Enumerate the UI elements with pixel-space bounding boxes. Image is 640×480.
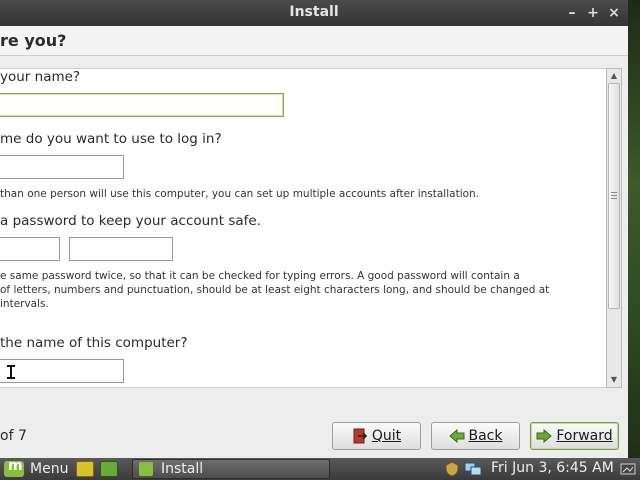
grip-icon xyxy=(611,192,617,199)
page-header: re you? xyxy=(0,26,628,56)
quit-icon xyxy=(352,428,368,444)
password-question: a password to keep your account safe. xyxy=(0,213,261,229)
computer-name-question: the name of this computer? xyxy=(0,335,188,351)
show-desktop-icon[interactable] xyxy=(620,461,636,477)
taskbar: Menu Install Fri Jun 3, 6:45 AM xyxy=(0,458,640,480)
scroll-up-icon[interactable]: ▲ xyxy=(608,70,620,82)
page-title: re you? xyxy=(0,31,67,50)
window-title: Install xyxy=(289,4,339,20)
login-hint: than one person will use this computer, … xyxy=(0,188,480,200)
text-cursor-icon xyxy=(7,365,15,379)
maximize-icon[interactable]: + xyxy=(585,4,601,22)
scrollbar-thumb[interactable] xyxy=(608,83,620,309)
text-editor-launcher-icon[interactable] xyxy=(76,461,94,477)
installer-window: Install – + × re you? your name? me do y… xyxy=(0,0,628,458)
form-scrollbar[interactable]: ▲ ▼ xyxy=(606,68,622,388)
scroll-down-icon[interactable]: ▼ xyxy=(608,374,620,386)
forward-button[interactable]: Forward xyxy=(530,422,619,450)
menu-label: Menu xyxy=(30,461,69,477)
desktop-background xyxy=(628,0,640,458)
install-app-icon xyxy=(139,462,153,476)
network-icon[interactable] xyxy=(464,461,482,477)
taskbar-item-install[interactable]: Install xyxy=(132,459,330,479)
computer-name-field[interactable] xyxy=(0,359,124,383)
terminal-launcher-icon[interactable] xyxy=(100,461,118,477)
password-field[interactable] xyxy=(0,237,60,261)
step-indicator: of 7 xyxy=(0,428,27,444)
mint-logo-icon xyxy=(4,458,24,477)
name-question: your name? xyxy=(0,69,81,85)
forward-label: Forward xyxy=(556,428,613,444)
quit-label: Quit xyxy=(371,428,402,444)
password-hint-line-1: e same password twice, so that it can be… xyxy=(0,270,520,282)
menu-button[interactable]: Menu xyxy=(4,458,69,478)
password-hint-line-3: intervals. xyxy=(0,298,49,310)
password-confirm-field[interactable] xyxy=(69,237,173,261)
password-hint-line-2: of letters, numbers and punctuation, sho… xyxy=(0,284,550,296)
back-label: Back xyxy=(468,428,503,444)
quit-button[interactable]: Quit xyxy=(332,422,421,450)
arrow-right-icon xyxy=(536,428,553,444)
window-titlebar[interactable]: Install – + × xyxy=(0,0,628,26)
form-scroll-area: your name? me do you want to use to log … xyxy=(0,68,606,388)
taskbar-item-label: Install xyxy=(161,461,204,477)
arrow-left-icon xyxy=(448,428,465,444)
minimize-icon[interactable]: – xyxy=(564,4,580,22)
clock[interactable]: Fri Jun 3, 6:45 AM xyxy=(491,460,614,476)
username-field[interactable] xyxy=(0,155,124,179)
close-icon[interactable]: × xyxy=(606,4,622,22)
login-question: me do you want to use to log in? xyxy=(0,131,222,147)
name-field[interactable] xyxy=(0,93,284,117)
back-button[interactable]: Back xyxy=(431,422,520,450)
update-shield-icon[interactable] xyxy=(444,461,460,477)
